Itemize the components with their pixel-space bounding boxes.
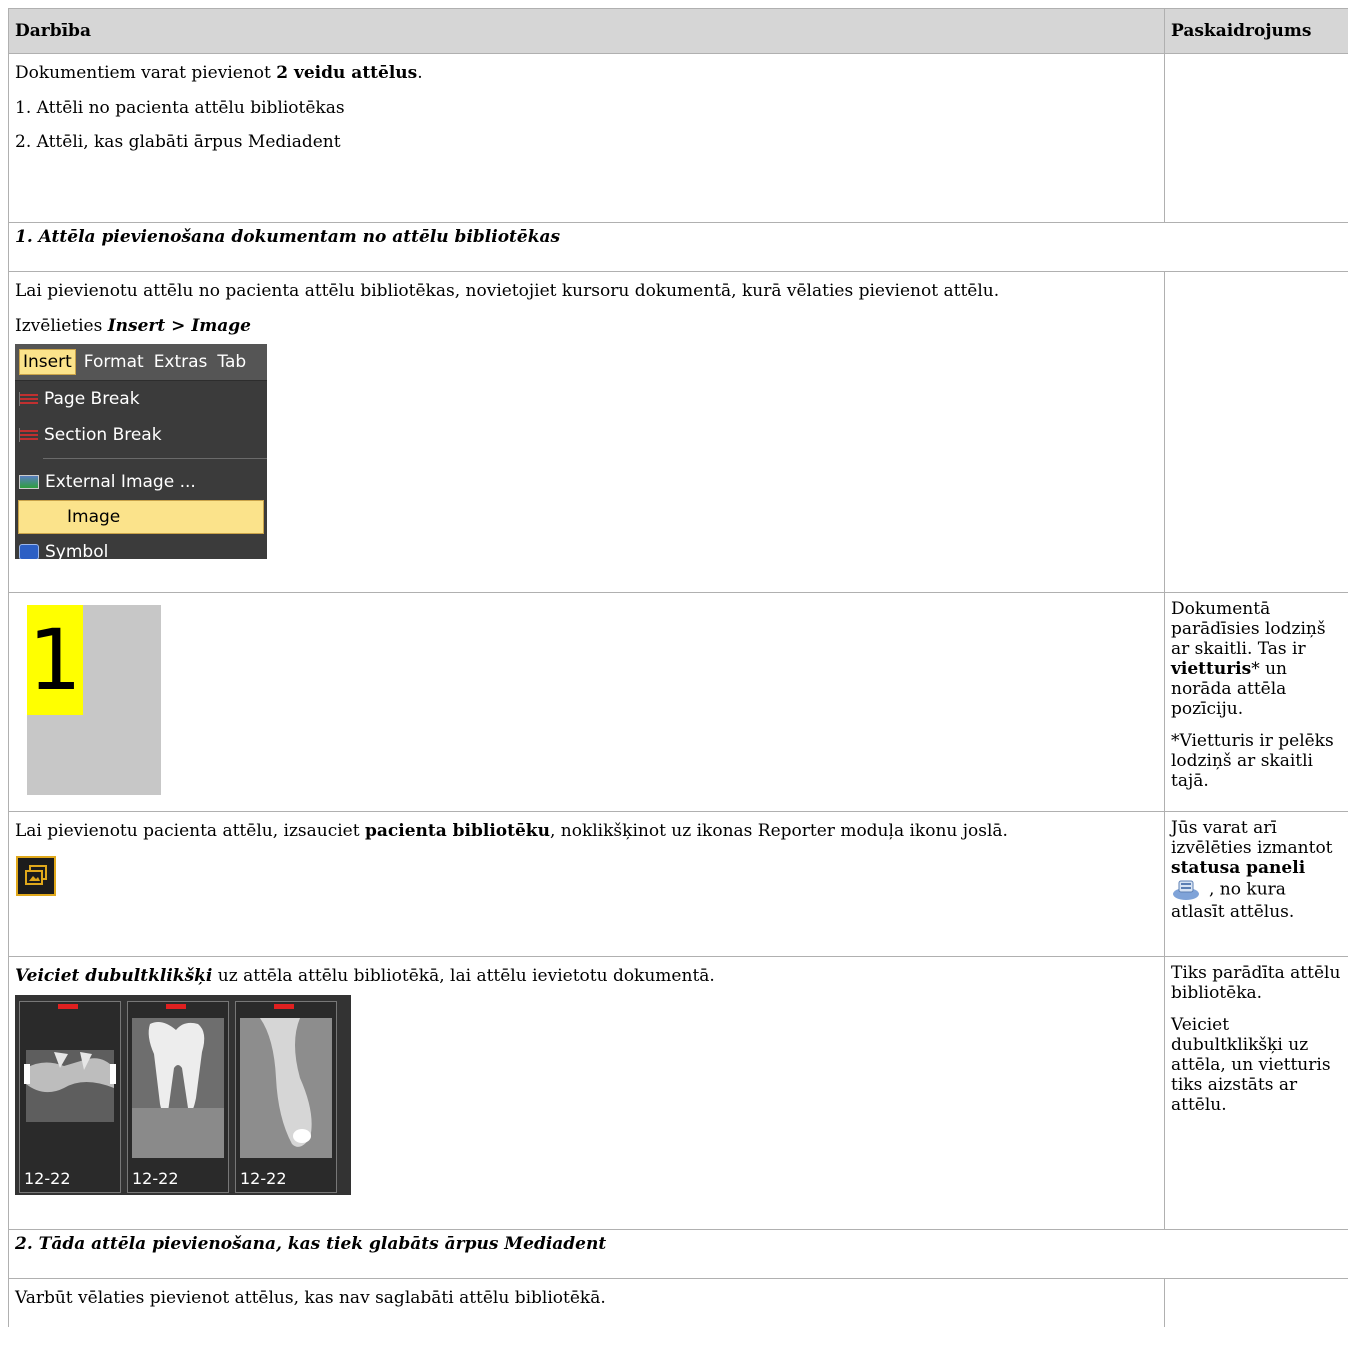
library-instruction: Lai pievienotu pacienta attēlu, izsaucie… (15, 821, 1158, 842)
placeholder-explanation: Dokumentā parādīsies lodziņš ar skaitli.… (1171, 599, 1342, 719)
menu-item-page-break[interactable]: Page Break (15, 381, 267, 417)
instruction-bold: Veiciet dubultklikšķi (15, 966, 213, 986)
instructions-table: Darbība Paskaidrojums Dokumentiem varat … (8, 8, 1348, 1327)
doubleclick-step-cell: Veiciet dubultklikšķi uz attēla attēlu b… (8, 956, 1164, 1229)
placeholder-number: 1 (27, 605, 83, 715)
menu-format[interactable]: Format (84, 352, 144, 372)
library-explanation: Jūs varat arī izvēlēties izmantot status… (1171, 818, 1342, 922)
menu-separator (43, 458, 267, 460)
page-break-icon (19, 392, 38, 407)
menu-insert[interactable]: Insert (19, 349, 76, 376)
header-action: Darbība (8, 8, 1164, 53)
instruction-text: , noklikšķinot uz ikonas Reporter moduļa… (549, 821, 1008, 841)
menu-bar: Insert Format Extras Tab (15, 344, 267, 382)
table-row: Lai pievienotu pacienta attēlu, izsaucie… (8, 811, 1348, 956)
help-page: Darbība Paskaidrojums Dokumentiem varat … (8, 8, 1348, 1327)
intro-explanation-cell (1164, 53, 1348, 222)
external-image-icon (19, 475, 39, 490)
thumbnail-label: 12-22 (24, 1168, 71, 1188)
choose-menu-path: Insert > Image (107, 315, 251, 336)
image-library-thumbnails: 12-22 12-22 12-22 (15, 994, 351, 1195)
intro-bold: 2 veidu attēlus (276, 63, 418, 83)
table-row: Lai pievienotu attēlu no pacienta attēlu… (8, 271, 1348, 592)
menu-item-label: Symbol (45, 542, 109, 560)
explanation-text: Dokumentā parādīsies lodziņš ar skaitli.… (1171, 599, 1326, 660)
thumbnail[interactable]: 12-22 (127, 1000, 229, 1193)
library-glyph (25, 864, 47, 885)
xray-image (132, 1017, 224, 1158)
explanation-bold: statusa paneli (1171, 858, 1306, 879)
table-row: Veiciet dubultklikšķi uz attēla attēlu b… (8, 956, 1348, 1229)
doubleclick-explanation-cell: Tiks parādīta attēlu bibliotēka. Veiciet… (1164, 956, 1348, 1229)
library-step-cell: Lai pievienotu pacienta attēlu, izsaucie… (8, 811, 1164, 956)
intro-cell: Dokumentiem varat pievienot 2 veidu attē… (8, 53, 1164, 222)
menu-item-label: Page Break (44, 389, 140, 410)
external-step-cell: Varbūt vēlaties pievienot attēlus, kas n… (8, 1278, 1164, 1327)
instruction-text: Lai pievienotu pacienta attēlu, izsaucie… (15, 821, 365, 841)
table-row: Dokumentiem varat pievienot 2 veidu attē… (8, 53, 1348, 222)
thumbnail-marker (166, 1003, 186, 1009)
menu-item-label: Section Break (44, 425, 162, 446)
patient-library-icon[interactable] (16, 855, 56, 896)
library-shown-note: Tiks parādīta attēlu bibliotēka. (1171, 963, 1341, 1004)
intro-item-2: 2. Attēli, kas glabāti ārpus Mediadent (15, 132, 341, 153)
section-break-icon (19, 428, 38, 443)
intro-line: Dokumentiem varat pievienot 2 veidu attē… (15, 63, 1158, 84)
choose-instruction: Izvēlieties Insert > Image (15, 316, 1158, 337)
menu-item-label: Image (67, 507, 121, 528)
intro-text: Dokumentiem varat pievienot (15, 63, 277, 83)
menu-step-cell: Lai pievienotu attēlu no pacienta attēlu… (8, 271, 1164, 592)
status-panel-icon (1173, 880, 1199, 901)
choose-text: Izvēlieties (15, 315, 108, 336)
menu-item-external-image[interactable]: External Image ... (15, 464, 267, 500)
header-explanation: Paskaidrojums (1164, 8, 1348, 53)
menu-extras[interactable]: Extras (154, 352, 208, 372)
menu-item-section-break[interactable]: Section Break (15, 417, 267, 453)
menu-item-label: External Image ... (45, 472, 196, 493)
menu-item-symbol[interactable]: Symbol (15, 534, 267, 560)
section-1-title: 1. Attēla pievienošana dokumentam no att… (8, 222, 1348, 271)
xray-image (240, 1017, 332, 1158)
xray-image (24, 1017, 116, 1158)
external-instruction: Varbūt vēlaties pievienot attēlus, kas n… (15, 1288, 606, 1308)
placeholder-box: 1 (27, 605, 161, 795)
intro-item-1: 1. Attēli no pacienta attēlu bibliotēkas (15, 97, 345, 118)
cursor-instruction: Lai pievienotu attēlu no pacienta attēlu… (15, 281, 1000, 301)
thumbnail-label: 12-22 (240, 1168, 287, 1188)
thumbnail-marker (274, 1003, 294, 1009)
symbol-icon (19, 544, 39, 560)
section-2-title: 2. Tāda attēla pievienošana, kas tiek gl… (8, 1229, 1348, 1278)
table-row: Varbūt vēlaties pievienot attēlus, kas n… (8, 1278, 1348, 1327)
intro-period: . (417, 63, 423, 83)
placeholder-explanation-cell: Dokumentā parādīsies lodziņš ar skaitli.… (1164, 592, 1348, 811)
replace-note: Veiciet dubultklikšķi uz attēla, un viet… (1171, 1015, 1331, 1116)
thumbnail[interactable]: 12-22 (235, 1000, 337, 1193)
external-explanation-cell (1164, 1278, 1348, 1327)
instruction-bold: pacienta bibliotēku (364, 821, 550, 841)
menu-table[interactable]: Tab (217, 352, 246, 372)
placeholder-cell: 1 (8, 592, 1164, 811)
menu-explanation-cell (1164, 271, 1348, 592)
doubleclick-instruction: Veiciet dubultklikšķi uz attēla attēlu b… (15, 966, 1158, 987)
placeholder-footnote: *Vietturis ir pelēks lodziņš ar skaitli … (1171, 731, 1334, 792)
explanation-bold: vietturis (1171, 659, 1252, 680)
table-row: 1 Dokumentā parādīsies lodziņš ar skaitl… (8, 592, 1348, 811)
insert-menu-screenshot: Insert Format Extras Tab Page Break Sect… (15, 344, 267, 560)
thumbnail[interactable]: 12-22 (19, 1000, 121, 1193)
section-row: 1. Attēla pievienošana dokumentam no att… (8, 222, 1348, 271)
table-header-row: Darbība Paskaidrojums (8, 8, 1348, 53)
instruction-text: uz attēla attēlu bibliotēkā, lai attēlu … (212, 966, 715, 986)
thumbnail-marker (58, 1003, 78, 1009)
library-explanation-cell: Jūs varat arī izvēlēties izmantot status… (1164, 811, 1348, 956)
section-row: 2. Tāda attēla pievienošana, kas tiek gl… (8, 1229, 1348, 1278)
menu-item-image[interactable]: Image (18, 500, 264, 535)
thumbnail-label: 12-22 (132, 1168, 179, 1188)
explanation-text: Jūs varat arī izvēlēties izmantot (1171, 818, 1333, 859)
